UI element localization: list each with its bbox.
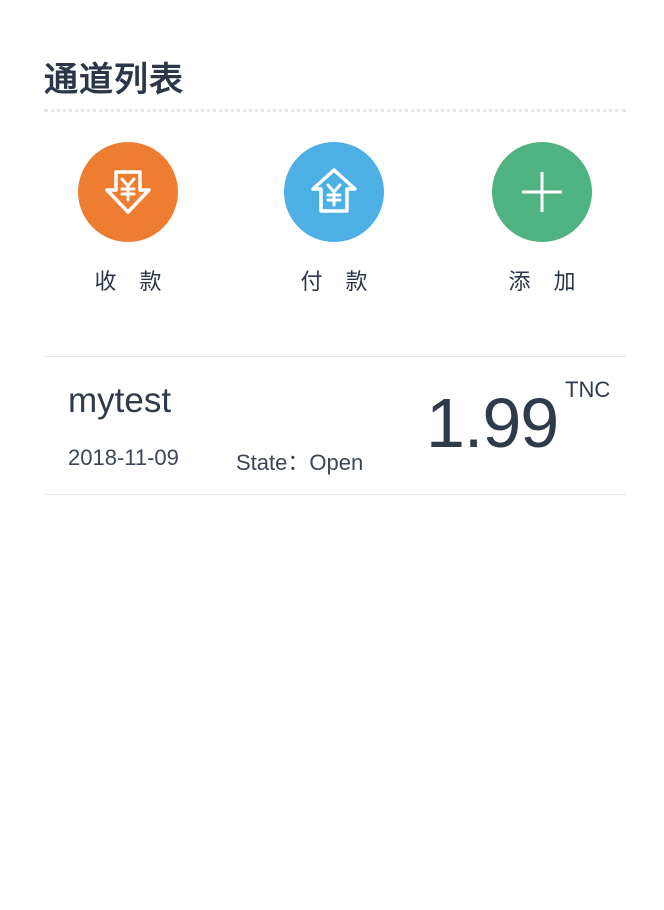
yuan-house-icon bbox=[311, 168, 357, 213]
receive-button[interactable]: 收 款 bbox=[48, 142, 208, 296]
page-title: 通道列表 bbox=[44, 60, 184, 100]
channel-list-item[interactable]: mytest 2018-11-09 State：Open 1.99 TNC bbox=[44, 357, 626, 494]
add-label: 添 加 bbox=[508, 270, 584, 295]
pay-label: 付 款 bbox=[300, 270, 376, 295]
channel-state: State：Open bbox=[236, 450, 364, 475]
add-button[interactable]: 添 加 bbox=[462, 142, 622, 296]
plus-icon bbox=[522, 172, 562, 212]
yuan-arrow-down-icon bbox=[105, 170, 151, 214]
list-bottom-divider bbox=[44, 494, 626, 495]
add-icon-circle[interactable] bbox=[492, 142, 592, 242]
channel-name: mytest bbox=[68, 381, 172, 420]
receive-icon-circle[interactable] bbox=[78, 142, 178, 242]
channel-date: 2018-11-09 bbox=[68, 445, 179, 470]
pay-icon-circle[interactable] bbox=[284, 142, 384, 242]
pay-button[interactable]: 付 款 bbox=[254, 142, 414, 296]
title-divider bbox=[44, 109, 626, 112]
channel-asset-unit: TNC bbox=[565, 377, 611, 402]
receive-label: 收 款 bbox=[94, 270, 170, 295]
channel-balance: 1.99 bbox=[426, 384, 559, 462]
